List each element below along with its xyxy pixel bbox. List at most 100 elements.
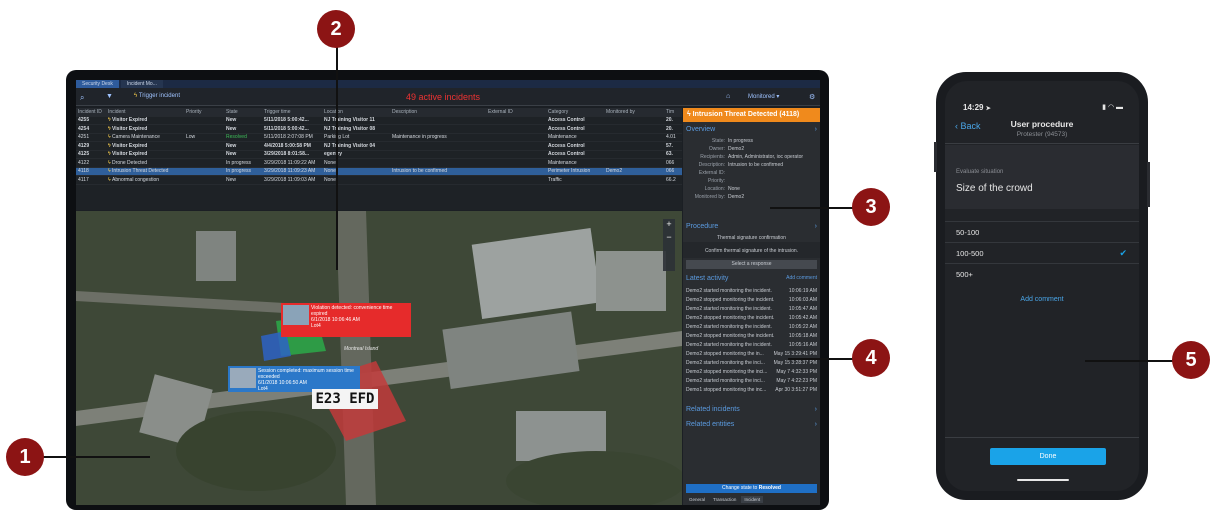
table-row[interactable]: 4117 ϟ Abnormal congestion New 3/29/2018 11… (76, 176, 682, 185)
column-header[interactable]: Location (322, 109, 390, 115)
zoom-out-icon[interactable]: − (663, 232, 675, 242)
table-cell-time: 5/11/2018 5:00:42... (264, 117, 309, 124)
incident-details-panel: ϟ Intrusion Threat Detected (4118) Overv… (683, 108, 820, 505)
table-row[interactable]: 4118 ϟ Intrusion Threat Detected In progre… (76, 167, 682, 176)
activity-time: May 7 4:32:33 PM (776, 368, 817, 375)
column-header[interactable]: Incident (106, 109, 184, 115)
overview-section-header[interactable]: Overview › (683, 122, 820, 137)
chevron-right-icon: › (814, 406, 817, 413)
column-header[interactable]: Category (546, 109, 604, 115)
table-cell-description: Intrusion to be confirmed (392, 168, 448, 175)
field-label: State: (711, 138, 725, 144)
activity-time: 10:06:03 AM (788, 296, 817, 303)
table-cell-location: NJ Training Visitor 11 (324, 117, 375, 124)
option-label: 50-100 (956, 228, 980, 237)
security-desk-screen: Security Desk Incident Mo... ⌕ ▼ ϟ Trigg… (76, 80, 820, 505)
answer-option[interactable]: 100-500 ✔ (945, 242, 1139, 263)
screen-subtitle: Protester (94573) (1016, 131, 1068, 138)
activity-text: Demo2 stopped monitoring the incident. (686, 296, 775, 303)
table-row[interactable]: 4251 ϟ Camera Maintenance Low Resolved 5/11/… (76, 134, 682, 142)
table-cell-tim: 066 (666, 159, 675, 166)
table-cell-location: None (324, 176, 336, 183)
answer-option[interactable]: 500+ (945, 263, 1139, 284)
related-entities-header[interactable]: Related entities › (683, 417, 820, 432)
search-icon[interactable]: ⌕ (80, 93, 84, 103)
monitored-dropdown[interactable]: Monitored ▾ (748, 93, 779, 100)
aerial-map (76, 211, 682, 505)
bottom-tab[interactable]: Incident (741, 496, 764, 503)
add-comment-link[interactable]: Add comment (786, 275, 817, 282)
overview-field: Priority: (683, 177, 820, 185)
desktop-monitor: Security Desk Incident Mo... ⌕ ▼ ϟ Trigg… (66, 70, 829, 510)
column-header[interactable]: Tim (664, 109, 682, 115)
column-header[interactable]: External ID (486, 109, 546, 115)
column-header[interactable]: Trigger time (262, 109, 322, 115)
column-header[interactable]: Priority (184, 109, 224, 115)
callout-5-line (1085, 360, 1175, 362)
related-incidents-label: Related incidents (686, 406, 740, 413)
tab-security-desk[interactable]: Security Desk (76, 80, 119, 88)
field-label: Owner: (708, 146, 725, 152)
incident-name: Visitor Expired (112, 117, 148, 124)
table-cell-time: 3/29/2018 11:09:22 AM (264, 159, 316, 166)
question-text: Size of the crowd (956, 183, 1033, 194)
incident-name: Visitor Expired (112, 125, 148, 132)
column-header[interactable]: Description (390, 109, 486, 115)
callout-5: 5 (1172, 341, 1210, 379)
procedure-section-header[interactable]: Procedure › (683, 219, 820, 234)
bottom-tab[interactable]: Transaction (710, 496, 740, 503)
column-header[interactable]: Monitored by (604, 109, 664, 115)
select-response-button[interactable]: Select a response (686, 260, 817, 269)
table-row[interactable]: 4125 ϟ Visitor Expired New 3/29/2018 8:01:5… (76, 151, 682, 159)
table-row[interactable]: 4255 ϟ Visitor Expired New 5/11/2018 5:00:4… (76, 117, 682, 125)
active-incidents-count: 49 active incidents (406, 92, 481, 102)
trigger-incident-button[interactable]: ϟ Trigger incident (134, 93, 180, 99)
table-cell-description: Maintenance in progress (392, 134, 447, 141)
column-header[interactable]: Incident ID (76, 109, 106, 115)
camera-thumbnail (230, 368, 256, 388)
done-button[interactable]: Done (990, 448, 1106, 465)
table-row[interactable]: 4122 ϟ Drone Detected In progress 3/29/2018… (76, 159, 682, 168)
map-view[interactable]: + − Violation detected: convenience time… (76, 211, 682, 505)
callout-3: 3 (852, 188, 890, 226)
add-comment-link[interactable]: Add comment (945, 296, 1139, 303)
table-cell-id: 4255 (78, 117, 90, 124)
table-cell-location: None (324, 159, 336, 166)
mobile-phone: 14:29 ➤ ▮ ◠ ▬ ‹ Back User procedure Prot… (934, 72, 1150, 500)
lightning-icon: ϟ (134, 93, 138, 99)
field-label: Monitored by: (694, 194, 725, 200)
license-plate: E23 EFD (312, 389, 378, 409)
activity-text: Demo1 stopped monitoring the inc... (686, 386, 767, 393)
change-state-button[interactable]: Change state to Resolved (686, 484, 817, 493)
field-label: Location: (704, 186, 725, 192)
answer-option[interactable]: 50-100 (945, 221, 1139, 242)
table-cell-tim: 66.2 (666, 176, 676, 183)
zoom-in-icon[interactable]: + (663, 219, 675, 229)
table-cell-category: Access Control (548, 142, 585, 149)
gear-icon[interactable]: ⚙ (809, 93, 815, 101)
red-alert-tile[interactable]: Violation detected: convenience time exp… (281, 303, 411, 337)
table-cell-incident: ϟ Drone Detected (106, 160, 184, 166)
bottom-tab[interactable]: General (686, 496, 709, 503)
divider (945, 437, 1139, 438)
activity-time: 10:06:19 AM (788, 287, 817, 294)
overview-field: Owner: Demo2 (683, 145, 820, 153)
related-incidents-header[interactable]: Related incidents › (683, 402, 820, 417)
tab-incident-monitoring[interactable]: Incident Mo... (120, 80, 163, 88)
procedure-step: Thermal signature confirmation (717, 235, 786, 241)
column-header[interactable]: State (224, 109, 262, 115)
activity-item: Demo2 started monitoring the incident. 10… (683, 340, 820, 349)
activity-text: Demo2 started monitoring the inci... (686, 359, 765, 366)
home-icon[interactable]: ⌂ (726, 93, 730, 100)
incident-name: Abnormal congestion (112, 176, 160, 183)
table-row[interactable]: 4254 ϟ Visitor Expired New 5/11/2018 5:00:4… (76, 125, 682, 134)
activity-time: May 15 3:29:41 PM (773, 350, 817, 357)
incident-table: Incident ID Incident Priority State Trigger … (76, 108, 682, 210)
filter-icon[interactable]: ▼ (106, 93, 113, 100)
table-cell-time: 3/29/2018 8:01:58... (264, 151, 310, 158)
overview-field: Monitored by: Demo2 (683, 193, 820, 201)
status-icons: ▮ ◠ ▬ (1102, 103, 1123, 111)
table-row[interactable]: 4129 ϟ Visitor Expired New 4/4/2018 5:00:58… (76, 142, 682, 151)
callout-2-line (336, 42, 338, 270)
activity-item: Demo2 stopped monitoring the in... May 15… (683, 349, 820, 358)
